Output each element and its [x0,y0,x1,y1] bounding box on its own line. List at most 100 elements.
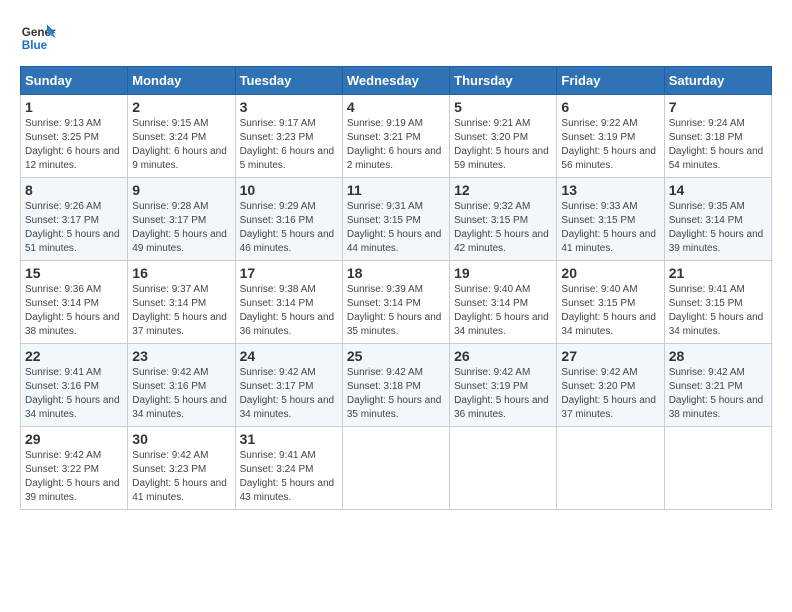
day-cell: 1 Sunrise: 9:13 AMSunset: 3:25 PMDayligh… [21,95,128,178]
calendar-body: 1 Sunrise: 9:13 AMSunset: 3:25 PMDayligh… [21,95,772,510]
day-cell: 9 Sunrise: 9:28 AMSunset: 3:17 PMDayligh… [128,178,235,261]
day-cell: 25 Sunrise: 9:42 AMSunset: 3:18 PMDaylig… [342,344,449,427]
day-info: Sunrise: 9:32 AMSunset: 3:15 PMDaylight:… [454,201,549,254]
day-cell: 19 Sunrise: 9:40 AMSunset: 3:14 PMDaylig… [450,261,557,344]
logo: General Blue [20,20,64,56]
week-row-4: 22 Sunrise: 9:41 AMSunset: 3:16 PMDaylig… [21,344,772,427]
day-number: 19 [454,265,552,281]
day-cell: 2 Sunrise: 9:15 AMSunset: 3:24 PMDayligh… [128,95,235,178]
day-cell: 26 Sunrise: 9:42 AMSunset: 3:19 PMDaylig… [450,344,557,427]
day-cell: 15 Sunrise: 9:36 AMSunset: 3:14 PMDaylig… [21,261,128,344]
day-number: 24 [240,348,338,364]
day-info: Sunrise: 9:31 AMSunset: 3:15 PMDaylight:… [347,201,442,254]
day-number: 9 [132,182,230,198]
day-number: 6 [561,99,659,115]
day-info: Sunrise: 9:42 AMSunset: 3:20 PMDaylight:… [561,367,656,420]
day-number: 22 [25,348,123,364]
page-header: General Blue [20,20,772,56]
day-info: Sunrise: 9:40 AMSunset: 3:15 PMDaylight:… [561,284,656,337]
day-info: Sunrise: 9:21 AMSunset: 3:20 PMDaylight:… [454,118,549,171]
day-info: Sunrise: 9:40 AMSunset: 3:14 PMDaylight:… [454,284,549,337]
day-info: Sunrise: 9:42 AMSunset: 3:21 PMDaylight:… [669,367,764,420]
day-number: 2 [132,99,230,115]
header-cell-saturday: Saturday [664,67,771,95]
week-row-5: 29 Sunrise: 9:42 AMSunset: 3:22 PMDaylig… [21,427,772,510]
day-info: Sunrise: 9:42 AMSunset: 3:22 PMDaylight:… [25,450,120,503]
svg-text:Blue: Blue [22,39,48,52]
day-cell: 6 Sunrise: 9:22 AMSunset: 3:19 PMDayligh… [557,95,664,178]
header-cell-thursday: Thursday [450,67,557,95]
calendar-header: SundayMondayTuesdayWednesdayThursdayFrid… [21,67,772,95]
day-number: 20 [561,265,659,281]
day-cell: 12 Sunrise: 9:32 AMSunset: 3:15 PMDaylig… [450,178,557,261]
day-number: 21 [669,265,767,281]
week-row-2: 8 Sunrise: 9:26 AMSunset: 3:17 PMDayligh… [21,178,772,261]
day-cell: 4 Sunrise: 9:19 AMSunset: 3:21 PMDayligh… [342,95,449,178]
day-info: Sunrise: 9:19 AMSunset: 3:21 PMDaylight:… [347,118,442,171]
day-info: Sunrise: 9:26 AMSunset: 3:17 PMDaylight:… [25,201,120,254]
day-number: 26 [454,348,552,364]
week-row-1: 1 Sunrise: 9:13 AMSunset: 3:25 PMDayligh… [21,95,772,178]
day-number: 18 [347,265,445,281]
day-number: 25 [347,348,445,364]
day-cell: 28 Sunrise: 9:42 AMSunset: 3:21 PMDaylig… [664,344,771,427]
day-number: 14 [669,182,767,198]
day-cell: 5 Sunrise: 9:21 AMSunset: 3:20 PMDayligh… [450,95,557,178]
day-cell: 22 Sunrise: 9:41 AMSunset: 3:16 PMDaylig… [21,344,128,427]
day-number: 17 [240,265,338,281]
day-cell: 3 Sunrise: 9:17 AMSunset: 3:23 PMDayligh… [235,95,342,178]
day-number: 4 [347,99,445,115]
day-cell: 17 Sunrise: 9:38 AMSunset: 3:14 PMDaylig… [235,261,342,344]
header-cell-tuesday: Tuesday [235,67,342,95]
day-info: Sunrise: 9:42 AMSunset: 3:17 PMDaylight:… [240,367,335,420]
day-info: Sunrise: 9:36 AMSunset: 3:14 PMDaylight:… [25,284,120,337]
day-info: Sunrise: 9:42 AMSunset: 3:19 PMDaylight:… [454,367,549,420]
header-cell-sunday: Sunday [21,67,128,95]
day-cell [450,427,557,510]
day-cell: 8 Sunrise: 9:26 AMSunset: 3:17 PMDayligh… [21,178,128,261]
header-row: SundayMondayTuesdayWednesdayThursdayFrid… [21,67,772,95]
day-number: 8 [25,182,123,198]
day-info: Sunrise: 9:42 AMSunset: 3:23 PMDaylight:… [132,450,227,503]
day-info: Sunrise: 9:24 AMSunset: 3:18 PMDaylight:… [669,118,764,171]
day-cell: 23 Sunrise: 9:42 AMSunset: 3:16 PMDaylig… [128,344,235,427]
day-info: Sunrise: 9:38 AMSunset: 3:14 PMDaylight:… [240,284,335,337]
day-cell: 11 Sunrise: 9:31 AMSunset: 3:15 PMDaylig… [342,178,449,261]
day-number: 15 [25,265,123,281]
day-info: Sunrise: 9:42 AMSunset: 3:18 PMDaylight:… [347,367,442,420]
day-number: 13 [561,182,659,198]
day-number: 5 [454,99,552,115]
day-info: Sunrise: 9:13 AMSunset: 3:25 PMDaylight:… [25,118,120,171]
day-number: 28 [669,348,767,364]
day-number: 3 [240,99,338,115]
day-cell: 14 Sunrise: 9:35 AMSunset: 3:14 PMDaylig… [664,178,771,261]
day-cell: 16 Sunrise: 9:37 AMSunset: 3:14 PMDaylig… [128,261,235,344]
day-cell: 27 Sunrise: 9:42 AMSunset: 3:20 PMDaylig… [557,344,664,427]
day-cell: 24 Sunrise: 9:42 AMSunset: 3:17 PMDaylig… [235,344,342,427]
header-cell-wednesday: Wednesday [342,67,449,95]
day-cell: 20 Sunrise: 9:40 AMSunset: 3:15 PMDaylig… [557,261,664,344]
day-number: 10 [240,182,338,198]
day-info: Sunrise: 9:17 AMSunset: 3:23 PMDaylight:… [240,118,335,171]
day-number: 27 [561,348,659,364]
day-info: Sunrise: 9:39 AMSunset: 3:14 PMDaylight:… [347,284,442,337]
day-cell: 7 Sunrise: 9:24 AMSunset: 3:18 PMDayligh… [664,95,771,178]
day-number: 7 [669,99,767,115]
day-number: 29 [25,431,123,447]
day-cell [557,427,664,510]
day-info: Sunrise: 9:35 AMSunset: 3:14 PMDaylight:… [669,201,764,254]
day-info: Sunrise: 9:42 AMSunset: 3:16 PMDaylight:… [132,367,227,420]
day-number: 23 [132,348,230,364]
day-info: Sunrise: 9:41 AMSunset: 3:16 PMDaylight:… [25,367,120,420]
day-info: Sunrise: 9:29 AMSunset: 3:16 PMDaylight:… [240,201,335,254]
day-cell: 21 Sunrise: 9:41 AMSunset: 3:15 PMDaylig… [664,261,771,344]
day-info: Sunrise: 9:22 AMSunset: 3:19 PMDaylight:… [561,118,656,171]
day-info: Sunrise: 9:41 AMSunset: 3:15 PMDaylight:… [669,284,764,337]
day-cell [342,427,449,510]
day-info: Sunrise: 9:33 AMSunset: 3:15 PMDaylight:… [561,201,656,254]
day-info: Sunrise: 9:37 AMSunset: 3:14 PMDaylight:… [132,284,227,337]
day-number: 12 [454,182,552,198]
logo-icon: General Blue [20,20,56,56]
day-info: Sunrise: 9:41 AMSunset: 3:24 PMDaylight:… [240,450,335,503]
week-row-3: 15 Sunrise: 9:36 AMSunset: 3:14 PMDaylig… [21,261,772,344]
